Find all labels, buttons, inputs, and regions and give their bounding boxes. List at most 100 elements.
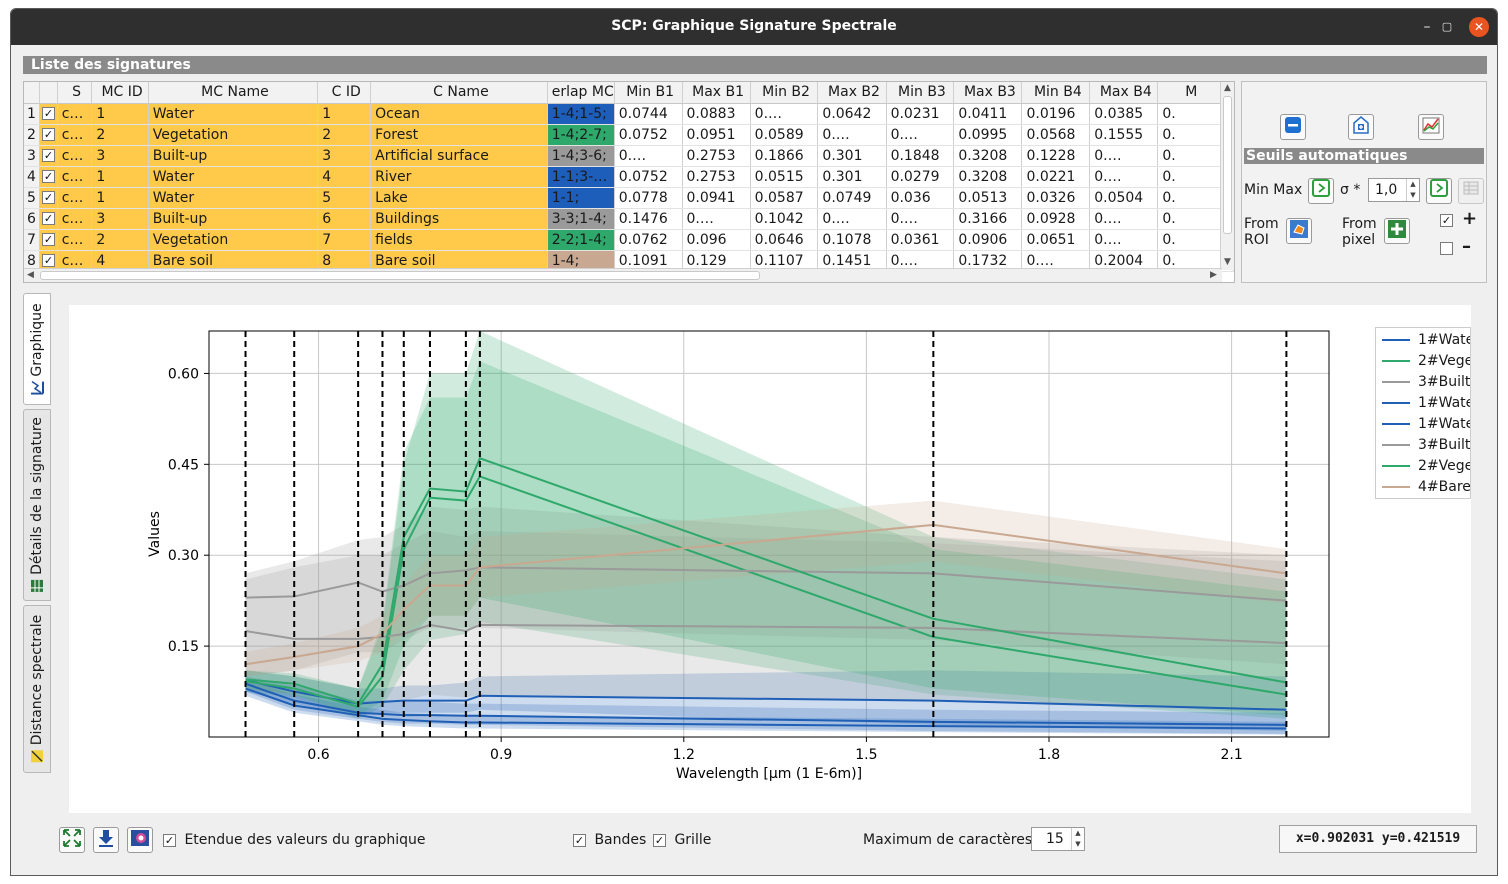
overlap-cell[interactable]: 1-1;3-… <box>547 166 615 188</box>
overlap-cell[interactable]: 1-1; <box>547 187 615 209</box>
band-value-cell[interactable]: 0.0361 <box>886 229 955 251</box>
band-value-cell[interactable]: 0.… <box>886 124 955 146</box>
overlap-cell[interactable]: 1-4;1-5; <box>547 103 615 125</box>
band-value-cell[interactable]: 0.0651 <box>1021 229 1091 251</box>
band-value-cell[interactable]: 0.0411 <box>953 103 1023 125</box>
column-header[interactable]: S <box>57 82 93 104</box>
column-header[interactable]: Min B1 <box>614 82 683 104</box>
band-value-cell[interactable]: 0.… <box>817 124 887 146</box>
band-value-cell[interactable]: 0.301 <box>817 166 887 188</box>
band-value-cell[interactable]: 0.… <box>614 145 683 167</box>
c-id-cell[interactable]: 3 <box>317 145 372 167</box>
band-value-cell[interactable]: 0.0752 <box>614 166 683 188</box>
column-header[interactable]: C ID <box>317 82 372 104</box>
disabled-threshold-button[interactable] <box>1458 178 1484 204</box>
row-checkbox[interactable]: ✓ <box>41 233 55 246</box>
band-value-cell[interactable]: 0.096 <box>682 229 751 251</box>
mc-name-cell[interactable]: Built-up <box>148 145 319 167</box>
table-vertical-scrollbar[interactable]: ▲ ▼ <box>1220 82 1234 270</box>
band-value-cell[interactable]: 0.… <box>1089 229 1159 251</box>
band-value-cell[interactable]: 0.0326 <box>1021 187 1091 209</box>
table-row[interactable]: 3 ✓ c… 3 Built-up 3 Artificial surface 1-4;3-6;… <box>24 145 1234 167</box>
grille-checkbox[interactable]: ✓ <box>653 833 666 847</box>
band-value-cell[interactable]: 0. <box>1157 166 1222 188</box>
band-value-cell[interactable]: 0.… <box>1089 166 1159 188</box>
band-value-cell[interactable]: 0.0941 <box>682 187 751 209</box>
band-value-cell[interactable]: 0.… <box>682 208 751 230</box>
plot-area[interactable]: 0.6 0.9 1.2 1.5 1.8 2.1 0.15 0.30 0.45 0.60 Wavele… <box>69 305 1471 813</box>
band-value-cell[interactable]: 0.1555 <box>1089 124 1159 146</box>
column-header[interactable]: Min B3 <box>886 82 955 104</box>
band-value-cell[interactable]: 0. <box>1157 229 1222 251</box>
edit-signature-button[interactable] <box>1418 114 1444 140</box>
mc-id-cell[interactable]: 1 <box>91 103 149 125</box>
grille-checkbox-row[interactable]: ✓ Grille <box>653 832 711 848</box>
band-value-cell[interactable]: 0.036 <box>886 187 955 209</box>
band-value-cell[interactable]: 0. <box>1157 145 1222 167</box>
table-row[interactable]: 5 ✓ c… 1 Water 5 Lake 1-1; 0.0778 0.0941 0.0587 0.0… <box>24 187 1234 209</box>
plus-checkbox[interactable]: ✓ <box>1440 212 1453 228</box>
row-checkbox[interactable]: ✓ <box>41 107 55 120</box>
band-value-cell[interactable]: 0.0752 <box>614 124 683 146</box>
column-header[interactable]: erlap MC <box>547 82 615 104</box>
column-header[interactable]: MC Name <box>148 82 319 104</box>
row-number[interactable]: 5 <box>24 187 41 209</box>
tab-distance-spectrale[interactable]: Distance spectrale <box>23 605 51 773</box>
band-value-cell[interactable]: 0.… <box>750 103 819 125</box>
minimize-button[interactable]: – <box>1417 17 1437 37</box>
column-header[interactable]: Min B2 <box>750 82 819 104</box>
signature-color-cell[interactable]: c… <box>57 103 93 125</box>
band-value-cell[interactable]: 0.0196 <box>1021 103 1091 125</box>
band-value-cell[interactable]: 0.0587 <box>750 187 819 209</box>
overlap-cell[interactable]: 1-4;3-6; <box>547 145 615 167</box>
row-number[interactable]: 2 <box>24 124 41 146</box>
signature-color-cell[interactable]: c… <box>57 166 93 188</box>
c-name-cell[interactable]: fields <box>370 229 548 251</box>
row-checkbox-cell[interactable]: ✓ <box>39 166 58 188</box>
c-id-cell[interactable]: 5 <box>317 187 372 209</box>
band-value-cell[interactable]: 0.0568 <box>1021 124 1091 146</box>
band-value-cell[interactable]: 0.0646 <box>750 229 819 251</box>
mc-name-cell[interactable]: Vegetation <box>148 124 319 146</box>
band-value-cell[interactable]: 0.0385 <box>1089 103 1159 125</box>
band-value-cell[interactable]: 0.1848 <box>886 145 955 167</box>
band-value-cell[interactable]: 0.… <box>1089 208 1159 230</box>
signature-color-cell[interactable]: c… <box>57 208 93 230</box>
c-id-cell[interactable]: 7 <box>317 229 372 251</box>
from-roi-button[interactable] <box>1286 218 1312 244</box>
band-value-cell[interactable]: 0. <box>1157 187 1222 209</box>
c-name-cell[interactable]: Lake <box>370 187 548 209</box>
mc-id-cell[interactable]: 1 <box>91 187 149 209</box>
tab-graphique[interactable]: Graphique <box>23 293 51 405</box>
minmax-apply-button[interactable] <box>1308 178 1334 204</box>
band-value-cell[interactable]: 0.0589 <box>750 124 819 146</box>
close-button[interactable]: ✕ <box>1469 17 1489 37</box>
column-header[interactable]: MC ID <box>91 82 149 104</box>
c-name-cell[interactable]: Buildings <box>370 208 548 230</box>
bandes-checkbox[interactable]: ✓ <box>573 833 586 847</box>
mc-id-cell[interactable]: 3 <box>91 208 149 230</box>
bandes-checkbox-row[interactable]: ✓ Bandes <box>573 832 646 848</box>
table-row[interactable]: 2 ✓ c… 2 Vegetation 2 Forest 1-4;2-7; 0.0752 0.09… <box>24 124 1234 146</box>
row-checkbox-cell[interactable]: ✓ <box>39 208 58 230</box>
band-value-cell[interactable]: 0.3208 <box>953 166 1023 188</box>
row-checkbox[interactable]: ✓ <box>41 170 55 183</box>
band-value-cell[interactable]: 0.3208 <box>953 145 1023 167</box>
mc-name-cell[interactable]: Water <box>148 103 319 125</box>
from-pixel-button[interactable] <box>1384 218 1410 244</box>
row-checkbox-cell[interactable]: ✓ <box>39 124 58 146</box>
remove-signature-button[interactable] <box>1280 114 1306 140</box>
c-name-cell[interactable]: Ocean <box>370 103 548 125</box>
add-to-signature-button[interactable] <box>1348 114 1374 140</box>
band-value-cell[interactable]: 0.301 <box>817 145 887 167</box>
overlap-cell[interactable]: 3-3;1-4; <box>547 208 615 230</box>
column-header[interactable]: M <box>1157 82 1222 104</box>
column-header[interactable]: Max B4 <box>1089 82 1159 104</box>
band-value-cell[interactable]: 0.… <box>817 208 887 230</box>
table-row[interactable]: 6 ✓ c… 3 Built-up 6 Buildings 3-3;1-4; 0.1476 0.…… <box>24 208 1234 230</box>
c-id-cell[interactable]: 6 <box>317 208 372 230</box>
max-chars-stepper[interactable]: ▲ ▼ <box>1071 828 1084 850</box>
band-value-cell[interactable]: 0.0883 <box>682 103 751 125</box>
row-number[interactable]: 7 <box>24 229 41 251</box>
table-horizontal-scrollbar[interactable]: ◀ ▶ <box>24 268 1222 282</box>
